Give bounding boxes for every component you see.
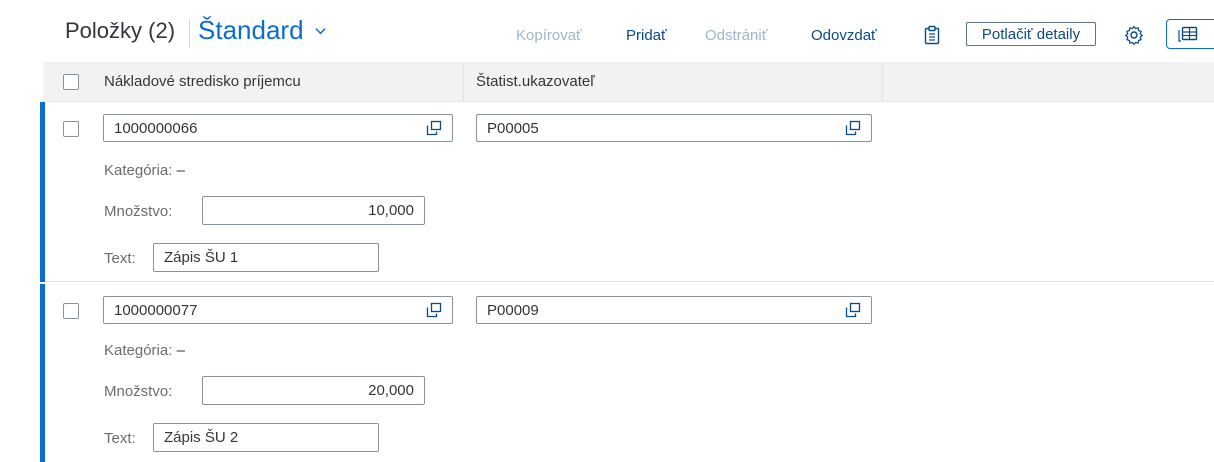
add-button[interactable]: Pridať — [626, 27, 667, 44]
copy-button[interactable]: Kopírovať — [516, 27, 582, 44]
text-input[interactable]: Zápis ŠU 2 — [153, 423, 379, 452]
suppress-details-button[interactable]: Potlačiť detaily — [966, 22, 1096, 46]
column-divider — [882, 62, 883, 101]
quantity-input[interactable]: 20,000 — [202, 376, 425, 405]
column-header-stat-indicator[interactable]: Štatist.ukazovateľ — [476, 62, 595, 101]
text-input[interactable]: Zápis ŠU 1 — [153, 243, 379, 272]
category-label: Kategória: — [104, 342, 173, 359]
table-title: Položky (2) — [65, 18, 176, 43]
remove-button[interactable]: Odstrániť — [705, 27, 767, 44]
cost-center-input[interactable]: 1000000066 — [103, 114, 453, 142]
row-select-checkbox[interactable] — [63, 303, 79, 319]
quantity-label: Množstvo: — [104, 383, 173, 400]
chevron-down-icon — [314, 28, 326, 35]
category-value: – — [176, 162, 185, 179]
table-toolbar: Položky (2) Štandard Kopírovať Pridať Od… — [0, 0, 1214, 62]
cost-center-value: 1000000077 — [114, 301, 198, 319]
category-field: Kategória: – — [104, 342, 185, 359]
column-header-cost-center[interactable]: Nákladové stredisko príjemcu — [104, 62, 301, 101]
cost-center-value: 1000000066 — [114, 119, 198, 137]
items-table-page: Položky (2) Štandard Kopírovať Pridať Od… — [0, 0, 1214, 462]
table-header-row: Nákladové stredisko príjemcu Štatist.uka… — [43, 62, 1214, 102]
table-row: 1000000077 P00009 Kategória: – Množstvo: — [0, 284, 1214, 462]
row-divider — [45, 281, 1214, 282]
paste-button[interactable] — [920, 23, 944, 47]
select-all-checkbox[interactable] — [63, 74, 79, 90]
variant-label: Štandard — [198, 15, 304, 45]
export-button[interactable] — [1166, 19, 1214, 49]
value-help-icon[interactable] — [424, 300, 444, 320]
quantity-label: Množstvo: — [104, 203, 173, 220]
submit-button[interactable]: Odovzdať — [811, 27, 877, 44]
column-divider — [463, 62, 464, 101]
value-help-icon[interactable] — [843, 118, 863, 138]
title-separator — [189, 18, 190, 48]
category-value: – — [176, 342, 185, 359]
table-export-icon — [1178, 26, 1198, 42]
stat-indicator-value: P00005 — [487, 119, 539, 137]
cost-center-input[interactable]: 1000000077 — [103, 296, 453, 324]
value-help-icon[interactable] — [843, 300, 863, 320]
category-label: Kategória: — [104, 162, 173, 179]
table-row: 1000000066 P00005 Kategória: – Množstvo: — [0, 102, 1214, 282]
settings-button[interactable] — [1122, 23, 1146, 47]
quantity-input[interactable]: 10,000 — [202, 196, 425, 225]
stat-indicator-input[interactable]: P00009 — [476, 296, 872, 324]
variant-selector[interactable]: Štandard — [198, 15, 327, 46]
row-highlight-indicator — [40, 102, 45, 282]
text-label: Text: — [104, 430, 136, 447]
category-field: Kategória: – — [104, 162, 185, 179]
stat-indicator-value: P00009 — [487, 301, 539, 319]
text-label: Text: — [104, 250, 136, 267]
row-select-checkbox[interactable] — [63, 121, 79, 137]
value-help-icon[interactable] — [424, 118, 444, 138]
row-highlight-indicator — [40, 284, 45, 462]
paste-icon — [924, 25, 940, 45]
gear-icon — [1124, 25, 1144, 45]
stat-indicator-input[interactable]: P00005 — [476, 114, 872, 142]
